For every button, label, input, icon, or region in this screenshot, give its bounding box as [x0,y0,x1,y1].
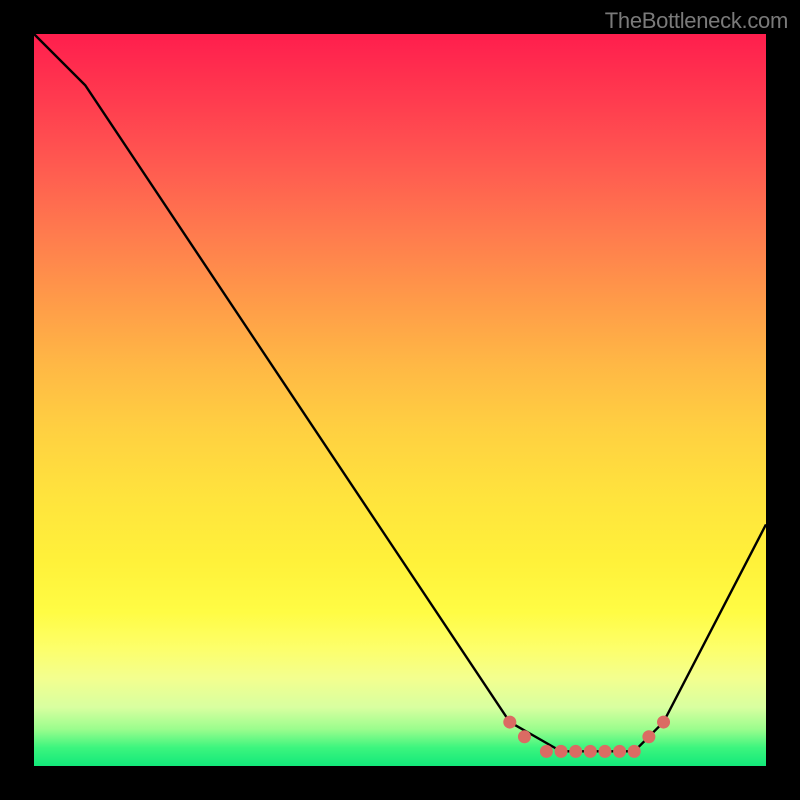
marker-dot [555,745,568,758]
marker-dot [540,745,553,758]
marker-dot [613,745,626,758]
chart-container: TheBottleneck.com [0,0,800,800]
marker-dot [518,730,531,743]
bottleneck-curve [34,34,766,766]
marker-dot [598,745,611,758]
marker-dot [642,730,655,743]
source-attribution: TheBottleneck.com [605,8,788,34]
marker-dot [657,716,670,729]
marker-group [503,716,670,758]
plot-area [34,34,766,766]
marker-dot [503,716,516,729]
curve-line [34,34,766,751]
marker-dot [628,745,641,758]
marker-dot [584,745,597,758]
marker-dot [569,745,582,758]
